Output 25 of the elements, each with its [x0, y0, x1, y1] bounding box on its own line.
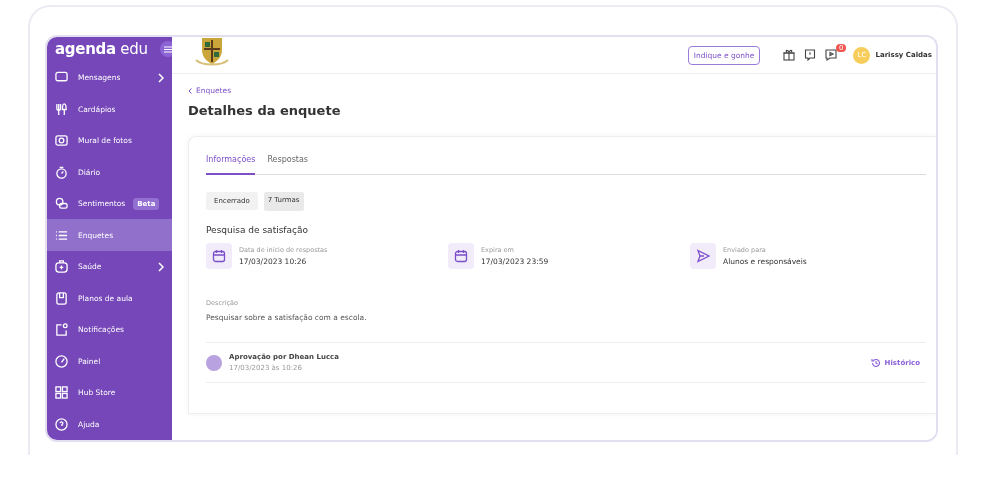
- survey-title: Pesquisa de satisfação: [206, 225, 309, 235]
- help-icon[interactable]: [804, 49, 817, 61]
- calendar-icon: [448, 243, 474, 269]
- tab[interactable]: Informações: [206, 151, 256, 175]
- chevron-left-icon: [188, 87, 192, 94]
- timer-icon: [55, 165, 68, 179]
- history-icon: [870, 357, 881, 368]
- tab[interactable]: Respostas: [267, 151, 308, 175]
- calendar-icon: [206, 243, 232, 269]
- chevron-right-icon: [158, 72, 164, 83]
- cutlery-icon: [55, 102, 68, 116]
- gauge-icon: [55, 354, 68, 368]
- page-title: Detalhes da enquete: [188, 103, 341, 118]
- gift-icon[interactable]: [783, 49, 796, 61]
- logo: agenda edu: [55, 40, 148, 59]
- crest-icon: [194, 37, 230, 68]
- avatar-placeholder: [206, 354, 222, 371]
- chevron-right-icon: [158, 261, 164, 272]
- medkit-icon: [55, 260, 68, 274]
- help-icon: [55, 417, 68, 431]
- list-icon: [55, 228, 68, 242]
- send-icon: [690, 243, 716, 269]
- camera-icon: [55, 134, 68, 148]
- grid-icon: [55, 386, 68, 400]
- chat-icon[interactable]: [825, 49, 839, 61]
